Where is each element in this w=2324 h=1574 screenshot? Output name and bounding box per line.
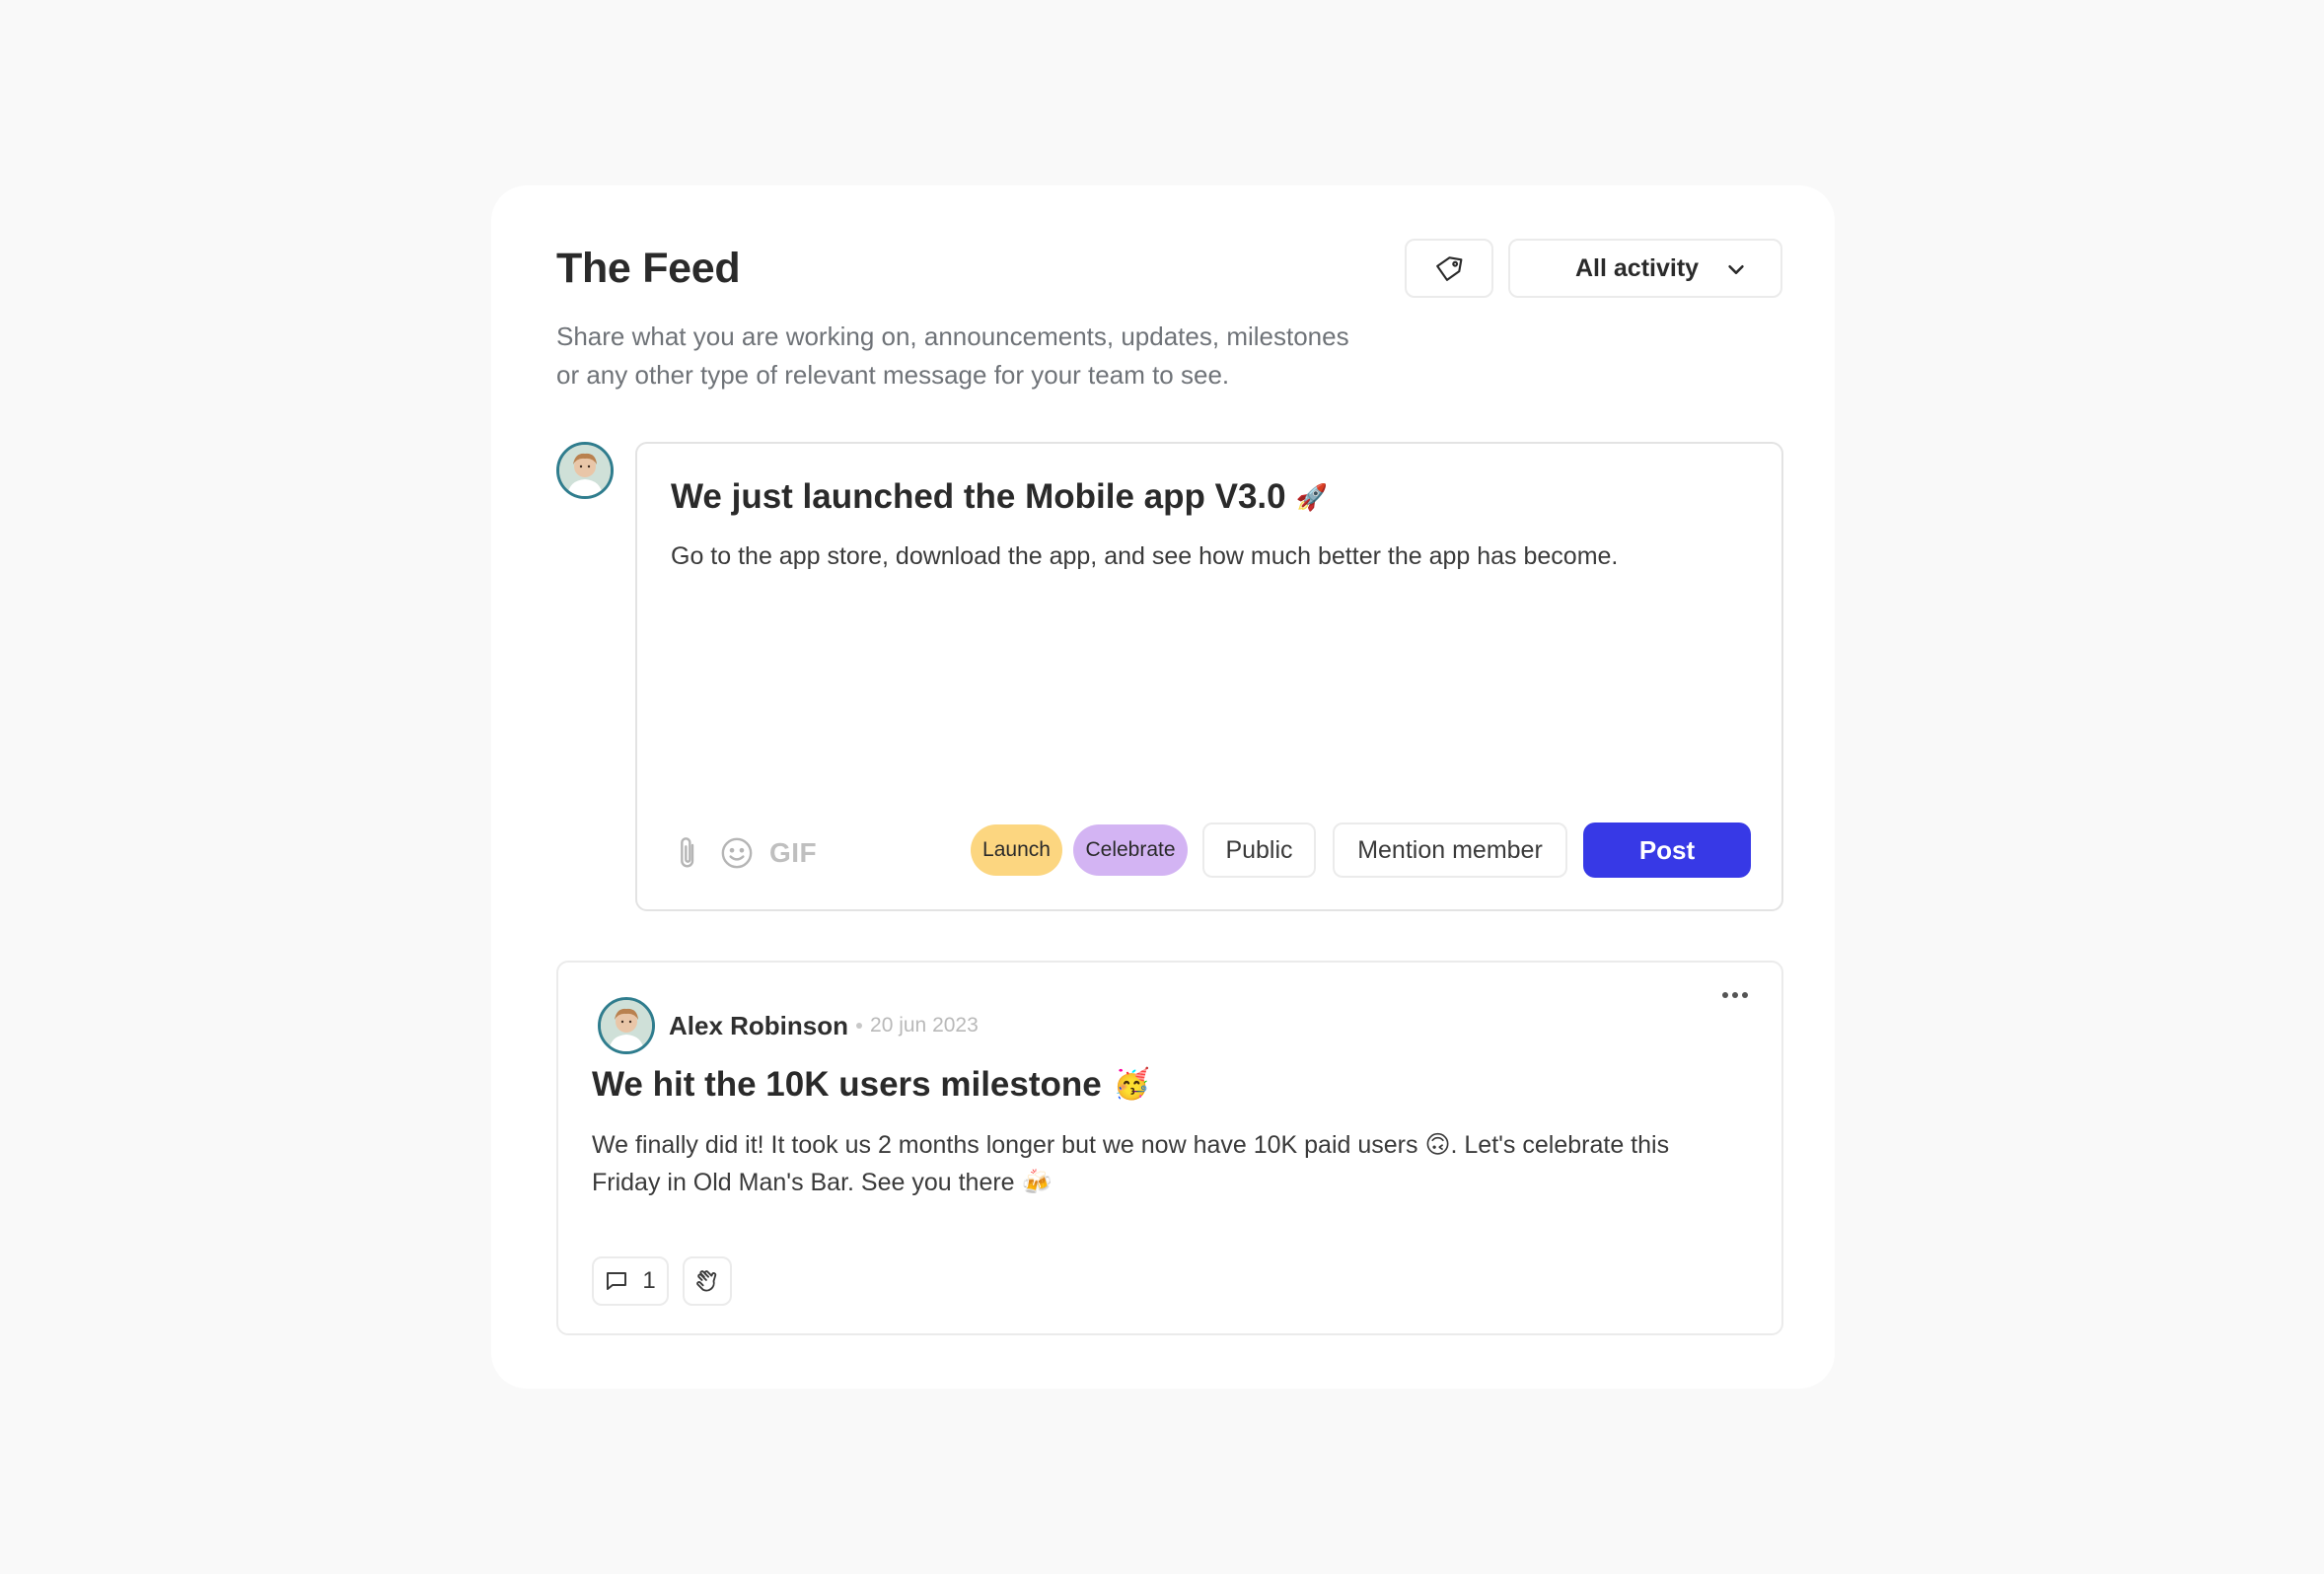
post-title-text: We hit the 10K users milestone	[592, 1065, 1102, 1104]
post-date: 20 jun 2023	[870, 1014, 979, 1037]
mention-member-button[interactable]: Mention member	[1333, 823, 1567, 878]
feed-card: The Feed Share what you are working on, …	[491, 185, 1835, 1389]
page-subtitle: Share what you are working on, announcem…	[556, 318, 1444, 394]
post-title: We hit the 10K users milestone 🥳	[592, 1065, 1150, 1105]
tag-filter-button[interactable]	[1405, 239, 1493, 298]
post-body: We finally did it! It took us 2 months l…	[592, 1126, 1756, 1201]
chevron-down-icon	[1728, 264, 1744, 274]
party-emoji: 🥳	[1113, 1068, 1151, 1101]
composer-body-field[interactable]: Go to the app store, download the app, a…	[671, 538, 1736, 574]
comments-button[interactable]: 1	[592, 1256, 669, 1306]
more-options-icon[interactable]	[1722, 992, 1748, 998]
activity-filter-label: All activity	[1575, 253, 1700, 282]
clap-hand-icon	[696, 1270, 717, 1292]
author-avatar[interactable]	[598, 997, 655, 1054]
react-button[interactable]	[683, 1256, 732, 1306]
post-body-text: We finally did it! It took us 2 months l…	[592, 1131, 1418, 1159]
paperclip-icon[interactable]	[673, 834, 704, 872]
page-title: The Feed	[556, 245, 741, 292]
rocket-emoji: 🚀	[1295, 482, 1329, 512]
post-composer[interactable]: We just launched the Mobile app V3.0 🚀 G…	[635, 442, 1783, 911]
current-user-avatar[interactable]	[556, 442, 614, 499]
composer-title-text: We just launched the Mobile app V3.0	[671, 477, 1286, 516]
post-body-line-1: We finally did it! It took us 2 months l…	[592, 1126, 1756, 1164]
upside-down-emoji: 🙃	[1424, 1131, 1451, 1159]
comment-count: 1	[642, 1267, 656, 1294]
emoji-icon[interactable]	[720, 836, 754, 870]
subtitle-line-1: Share what you are working on, announcem…	[556, 322, 1349, 351]
comment-icon	[607, 1272, 627, 1290]
more-dot	[1732, 992, 1738, 998]
more-dot	[1742, 992, 1748, 998]
tag-launch[interactable]: Launch	[971, 824, 1062, 876]
post-body-text: . Let's celebrate this	[1450, 1131, 1670, 1159]
activity-filter-dropdown[interactable]: All activity	[1508, 239, 1782, 298]
separator-dot	[856, 1023, 863, 1029]
user-avatar-icon	[559, 445, 611, 496]
subtitle-line-2: or any other type of relevant message fo…	[556, 360, 1230, 390]
post-body-text: Friday in Old Man's Bar. See you there	[592, 1169, 1015, 1196]
tag-icon	[1436, 256, 1463, 281]
post-author[interactable]: Alex Robinson	[669, 1011, 848, 1041]
post-body-line-2: Friday in Old Man's Bar. See you there 🍻	[592, 1164, 1756, 1201]
post-button[interactable]: Post	[1583, 823, 1751, 878]
composer-title-field[interactable]: We just launched the Mobile app V3.0 🚀	[671, 477, 1328, 517]
user-avatar-icon	[601, 1000, 652, 1051]
visibility-button[interactable]: Public	[1202, 823, 1316, 878]
gif-button[interactable]: GIF	[769, 837, 817, 869]
more-dot	[1722, 992, 1728, 998]
beer-emoji: 🍻	[1021, 1169, 1053, 1196]
post-header: Alex Robinson 20 jun 2023	[598, 996, 979, 1055]
composer-toolbar: GIF	[673, 828, 817, 878]
feed-post: Alex Robinson 20 jun 2023 We hit the 10K…	[556, 961, 1783, 1335]
tag-celebrate[interactable]: Celebrate	[1073, 824, 1188, 876]
